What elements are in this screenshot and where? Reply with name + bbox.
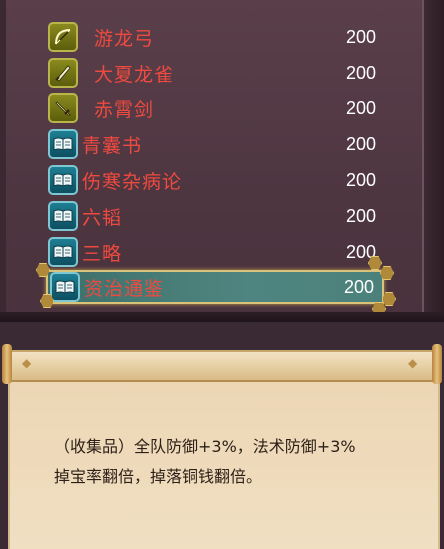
- scroll-rod: [4, 350, 440, 382]
- panel-frame-bottom: [0, 312, 444, 322]
- description-line-2: 掉宝率翻倍，掉落铜钱翻倍。: [54, 467, 263, 486]
- scroll-rod-end-right: [432, 344, 442, 384]
- list-item-1[interactable]: 大夏龙雀 200: [48, 56, 384, 90]
- book-icon: [48, 237, 78, 267]
- list-item-6[interactable]: 三略 200: [48, 235, 384, 269]
- item-price: 200: [345, 97, 376, 118]
- scroll-rod-end-left: [2, 344, 12, 384]
- item-name: 赤霄剑: [94, 98, 155, 121]
- book-icon: [50, 272, 80, 302]
- scroll-ornament-icon: ◆: [408, 356, 418, 370]
- item-name: 三略: [82, 242, 123, 265]
- item-name: 青囊书: [82, 134, 143, 157]
- item-description: （收集品）全队防御+3%，法术防御+3% 掉宝率翻倍，掉落铜钱翻倍。: [54, 432, 436, 492]
- selection-ornament: [382, 292, 396, 306]
- list-item-4[interactable]: 伤寒杂病论 200: [48, 163, 384, 197]
- item-price: 200: [345, 169, 376, 190]
- blade-icon: [48, 58, 78, 88]
- item-name: 大夏龙雀: [94, 63, 175, 86]
- sword-icon: [48, 93, 78, 123]
- item-name: 六韬: [82, 206, 123, 229]
- item-name: 游龙弓: [94, 27, 155, 50]
- panel-frame-left: [0, 0, 6, 322]
- description-line-1: （收集品）全队防御+3%，法术防御+3%: [54, 437, 356, 456]
- list-item-0[interactable]: 游龙弓 200: [48, 20, 384, 54]
- book-icon: [48, 201, 78, 231]
- panel-scrollbar[interactable]: [422, 0, 444, 322]
- list-item-selected[interactable]: 资治通鉴 200: [46, 270, 384, 304]
- item-price: 200: [345, 62, 376, 83]
- item-price: 200: [345, 205, 376, 226]
- scroll-ornament-icon: ◆: [22, 356, 32, 370]
- item-name: 伤寒杂病论: [82, 170, 183, 193]
- book-icon: [48, 165, 78, 195]
- item-name: 资治通鉴: [84, 277, 165, 300]
- item-price: 200: [343, 276, 374, 297]
- list-item-5[interactable]: 六韬 200: [48, 199, 384, 233]
- item-price: 200: [345, 26, 376, 47]
- bow-icon: [48, 22, 78, 52]
- item-price: 200: [345, 133, 376, 154]
- book-icon: [48, 129, 78, 159]
- list-item-3[interactable]: 青囊书 200: [48, 127, 384, 161]
- item-list-panel: 游龙弓 200 大夏龙雀 200 赤霄剑 200 青囊书 200 伤寒杂病论 2…: [0, 0, 444, 322]
- list-item-2[interactable]: 赤霄剑 200: [48, 91, 384, 125]
